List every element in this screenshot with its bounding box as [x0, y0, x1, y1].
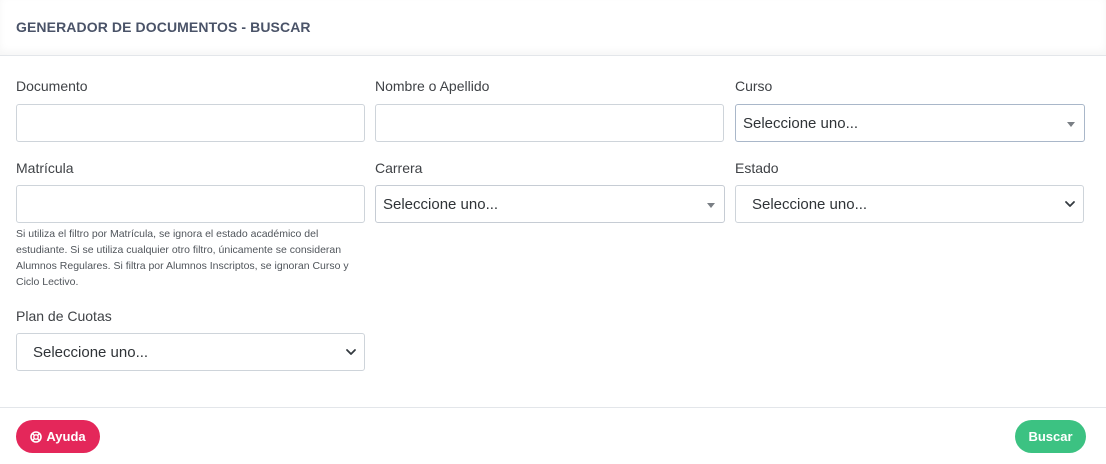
carrera-select[interactable]: Seleccione uno... — [375, 185, 725, 223]
carrera-label: Carrera — [375, 160, 423, 176]
help-button[interactable]: Ayuda — [16, 420, 100, 453]
documento-label: Documento — [16, 78, 88, 94]
chevron-down-icon — [346, 349, 356, 355]
estado-selected-value: Seleccione uno... — [752, 196, 868, 213]
estado-select[interactable]: Seleccione uno... — [735, 185, 1084, 223]
carrera-selected-value: Seleccione uno... — [383, 196, 499, 213]
curso-selected-value: Seleccione uno... — [743, 115, 859, 132]
matricula-input[interactable] — [16, 185, 365, 223]
caret-down-icon — [1067, 122, 1075, 127]
matricula-label: Matrícula — [16, 160, 74, 176]
page-title: GENERADOR DE DOCUMENTOS - BUSCAR — [16, 19, 311, 35]
search-button[interactable]: Buscar — [1015, 420, 1086, 453]
plan-cuotas-select[interactable]: Seleccione uno... — [16, 333, 365, 371]
curso-label: Curso — [735, 78, 773, 94]
search-button-label: Buscar — [1028, 429, 1073, 444]
chevron-down-icon — [1065, 201, 1075, 207]
estado-label: Estado — [735, 160, 779, 176]
curso-select[interactable]: Seleccione uno... — [735, 104, 1085, 142]
card-footer — [0, 407, 1106, 464]
matricula-help-text: Si utiliza el filtro por Matrícula, se i… — [16, 228, 349, 288]
help-button-label: Ayuda — [46, 429, 86, 444]
plan-cuotas-selected-value: Seleccione uno... — [33, 344, 149, 361]
lifebuoy-icon — [30, 430, 43, 443]
documento-input[interactable] — [16, 104, 365, 142]
card-header: GENERADOR DE DOCUMENTOS - BUSCAR — [0, 0, 1106, 56]
caret-down-icon — [707, 203, 715, 208]
nombre-label: Nombre o Apellido — [375, 78, 490, 94]
nombre-input[interactable] — [375, 104, 724, 142]
plan-cuotas-label: Plan de Cuotas — [16, 308, 112, 324]
